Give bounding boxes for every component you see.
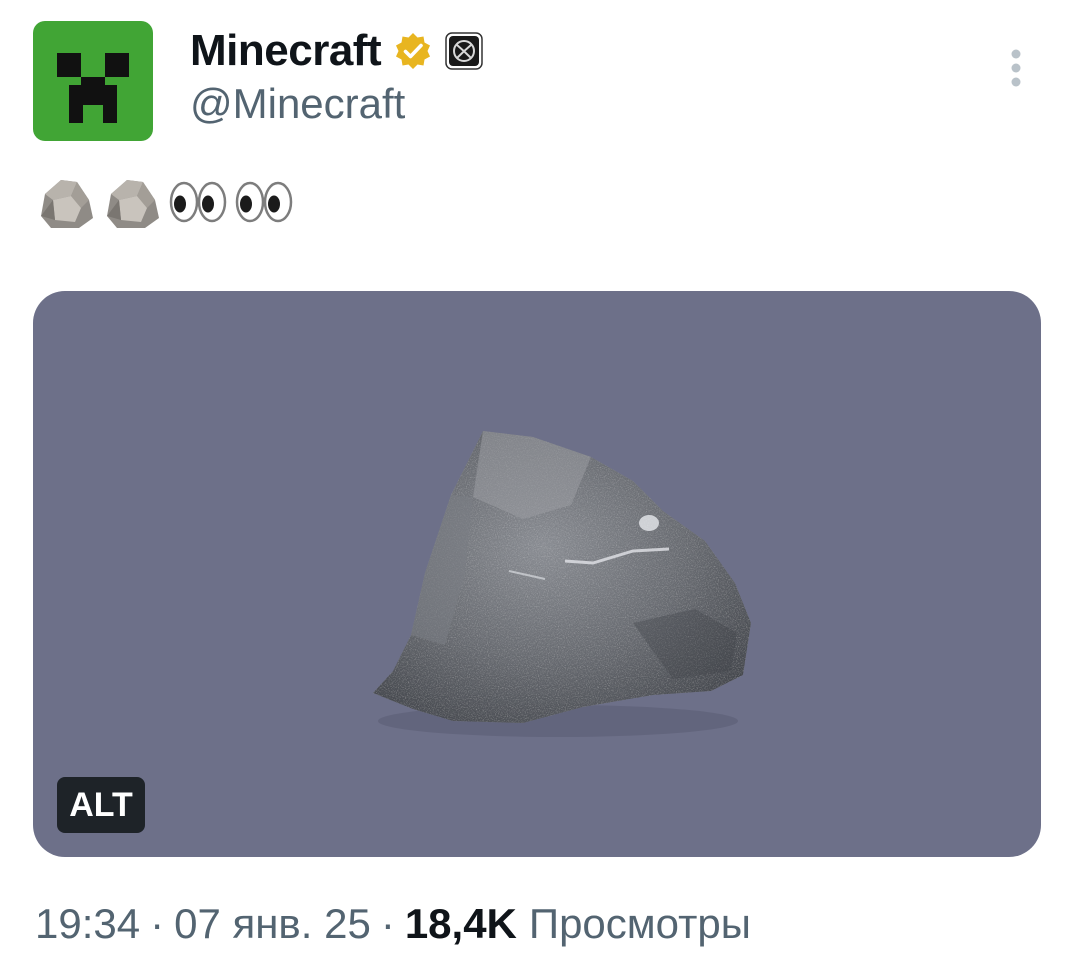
views-count[interactable]: 18,4K: [405, 900, 517, 948]
post-time[interactable]: 19:34: [35, 900, 140, 948]
post-media-image[interactable]: ALT: [33, 291, 1041, 857]
xbox-affiliate-badge-icon[interactable]: [445, 32, 483, 70]
eyes-emoji-icon: [233, 172, 295, 232]
post-meta: 19:34 · 07 янв. 25 · 18,4K Просмотры: [35, 900, 751, 948]
post: Minecraft @Minecraft ALT 19:34 · 07 янв.…: [0, 0, 1080, 979]
meta-separator: ·: [380, 900, 395, 947]
rock-emoji-icon: [101, 172, 163, 232]
meta-separator: ·: [150, 900, 165, 947]
author-name-row: Minecraft: [190, 26, 483, 76]
post-date[interactable]: 07 янв. 25: [174, 900, 371, 948]
alt-text-badge[interactable]: ALT: [57, 777, 145, 833]
more-vertical-icon: [1011, 49, 1021, 87]
eyes-emoji-icon: [167, 172, 229, 232]
creeper-face-icon: [57, 53, 129, 123]
verified-gold-badge-icon[interactable]: [393, 31, 433, 71]
more-options-button[interactable]: [996, 46, 1036, 94]
rock-photo: [373, 431, 751, 737]
views-label[interactable]: Просмотры: [529, 900, 751, 948]
display-name[interactable]: Minecraft: [190, 26, 382, 76]
handle[interactable]: @Minecraft: [190, 80, 405, 128]
avatar[interactable]: [33, 21, 153, 141]
rock-emoji-icon: [35, 172, 97, 232]
post-text: [35, 172, 295, 232]
